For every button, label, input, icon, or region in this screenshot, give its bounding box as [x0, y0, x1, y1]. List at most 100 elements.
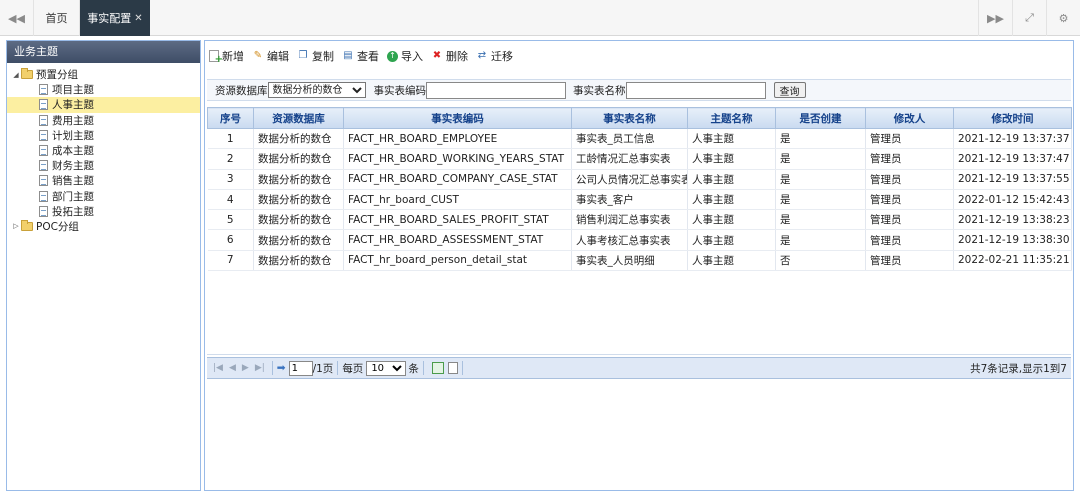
- tree-node-label: 项目主题: [52, 84, 94, 97]
- cell-index: 4: [207, 189, 254, 211]
- edit-button[interactable]: ✎ 编辑: [252, 48, 289, 64]
- tab-home-label: 首页: [45, 12, 68, 25]
- col-header-created[interactable]: 是否创建: [775, 107, 866, 129]
- close-icon[interactable]: ✕: [134, 13, 142, 24]
- new-button[interactable]: 新增: [209, 48, 244, 65]
- table-row[interactable]: 7 数据分析的数仓 FACT_hr_board_person_detail_stat…: [207, 250, 1072, 272]
- tab-fact-config-label: 事实配置: [87, 12, 132, 25]
- table-row[interactable]: 3 数据分析的数仓 FACT_HR_BOARD_COMPANY_CASE_STAT 公…: [207, 169, 1072, 190]
- expand-arrow-icon[interactable]: ◢: [11, 71, 21, 79]
- collapse-arrow-icon[interactable]: ▷: [11, 222, 21, 230]
- cell-modified-time: 2021-12-19 13:37:47: [953, 148, 1072, 170]
- document-icon: [39, 129, 48, 141]
- import-label: 导入: [401, 50, 423, 63]
- go-page-icon[interactable]: ➡: [277, 362, 286, 374]
- cell-index: 3: [207, 169, 254, 190]
- toolbar: 新增 ✎ 编辑 ❐ 复制 ▤ 查看 ↑导入 ✖ 删除 ⇄ 迁移: [209, 47, 521, 65]
- scroll-right-icon[interactable]: ▶▶: [978, 0, 1012, 36]
- fullscreen-icon[interactable]: ⤢: [1012, 0, 1046, 36]
- migrate-button[interactable]: ⇄ 迁移: [476, 48, 513, 64]
- cell-theme: 人事主题: [687, 169, 776, 190]
- name-input[interactable]: [625, 81, 766, 99]
- import-icon: ↑: [387, 50, 398, 62]
- table-row[interactable]: 2 数据分析的数仓 FACT_HR_BOARD_WORKING_YEARS_STAT…: [207, 148, 1072, 170]
- document-icon: [39, 175, 48, 187]
- tree-node-finance[interactable]: 财务主题: [7, 158, 200, 173]
- cell-modified-time: 2021-12-19 13:38:23: [953, 209, 1072, 231]
- table-row[interactable]: 1 数据分析的数仓 FACT_HR_BOARD_EMPLOYEE 事实表_员工信息 人事…: [207, 128, 1072, 150]
- next-page-icon[interactable]: ▶: [242, 363, 249, 373]
- code-input[interactable]: [426, 81, 566, 99]
- tree-node-investment[interactable]: 投拓主题: [7, 204, 200, 219]
- col-header-code[interactable]: 事实表编码: [343, 107, 572, 129]
- table-row[interactable]: 6 数据分析的数仓 FACT_HR_BOARD_ASSESSMENT_STAT 人事考…: [207, 229, 1072, 251]
- cell-name: 事实表_员工信息: [571, 128, 688, 150]
- table-row[interactable]: 4 数据分析的数仓 FACT_hr_board_CUST 事实表_客户 人事主题是管理员…: [207, 189, 1072, 211]
- cell-modifier: 管理员: [865, 148, 954, 170]
- table-row[interactable]: 5 数据分析的数仓 FACT_HR_BOARD_SALES_PROFIT_STAT 销…: [207, 209, 1072, 231]
- tree-node-plan[interactable]: 计划主题: [7, 128, 200, 143]
- cell-created: 是: [775, 229, 866, 251]
- export-excel-icon[interactable]: [431, 362, 444, 374]
- last-page-icon[interactable]: ▶|: [255, 363, 265, 373]
- cell-index: 1: [207, 128, 254, 150]
- col-header-modifier[interactable]: 修改人: [865, 107, 954, 129]
- col-header-index[interactable]: 序号: [207, 107, 254, 129]
- cell-modifier: 管理员: [865, 229, 954, 251]
- query-button[interactable]: 查询: [773, 82, 806, 98]
- document-icon: [39, 205, 48, 217]
- cell-db: 数据分析的数仓: [253, 209, 344, 231]
- copy-button[interactable]: ❐ 复制: [297, 48, 334, 64]
- tree-node-sales[interactable]: 销售主题: [7, 173, 200, 188]
- cell-theme: 人事主题: [687, 209, 776, 231]
- cell-code: FACT_hr_board_person_detail_stat: [343, 250, 572, 272]
- col-header-name[interactable]: 事实表名称: [571, 107, 688, 129]
- tree-node-cost[interactable]: 成本主题: [7, 143, 200, 158]
- cell-db: 数据分析的数仓: [253, 229, 344, 251]
- migrate-label: 迁移: [491, 50, 513, 63]
- tree-node-preset-group[interactable]: ◢ 预置分组: [7, 67, 200, 82]
- tree-node-project[interactable]: 项目主题: [7, 82, 200, 97]
- cell-db: 数据分析的数仓: [253, 128, 344, 150]
- delete-button[interactable]: ✖ 删除: [431, 48, 468, 64]
- cell-modifier: 管理员: [865, 128, 954, 150]
- col-header-modified-time[interactable]: 修改时间: [953, 107, 1072, 129]
- cell-db: 数据分析的数仓: [253, 250, 344, 272]
- tree-node-label: 成本主题: [52, 145, 94, 158]
- scroll-left-icon[interactable]: ◀◀: [0, 0, 34, 36]
- name-label: 事实表名称: [573, 84, 626, 97]
- view-button[interactable]: ▤ 查看: [342, 48, 379, 64]
- tree-node-hr[interactable]: 人事主题: [7, 97, 200, 113]
- add-icon: [209, 50, 223, 65]
- db-select[interactable]: 数据分析的数仓: [267, 82, 366, 98]
- cell-theme: 人事主题: [687, 229, 776, 251]
- delete-icon: ✖: [432, 50, 442, 61]
- tree-node-poc-group[interactable]: ▷ POC分组: [7, 219, 200, 234]
- per-page-select[interactable]: 10: [366, 360, 407, 376]
- page-input[interactable]: [288, 360, 313, 376]
- tree-node-label: 人事主题: [52, 99, 94, 112]
- prev-page-icon[interactable]: ◀: [229, 363, 236, 373]
- cell-created: 是: [775, 148, 866, 170]
- pager-divider: [337, 361, 339, 375]
- tree-node-department[interactable]: 部门主题: [7, 189, 200, 204]
- first-page-icon[interactable]: |◀: [213, 363, 223, 373]
- tab-home[interactable]: 首页: [34, 0, 80, 36]
- col-header-theme[interactable]: 主题名称: [687, 107, 776, 129]
- tree-node-label: 销售主题: [52, 175, 94, 188]
- view-icon: ▤: [343, 50, 353, 61]
- cell-modified-time: 2021-12-19 13:37:55: [953, 169, 1072, 190]
- gear-icon[interactable]: ⚙: [1046, 0, 1080, 36]
- delete-label: 删除: [446, 50, 468, 63]
- document-icon: [39, 99, 48, 111]
- pencil-icon: ✎: [253, 50, 263, 61]
- cell-name: 事实表_客户: [571, 189, 688, 211]
- cell-db: 数据分析的数仓: [253, 169, 344, 190]
- tab-fact-config[interactable]: 事实配置 ✕: [80, 0, 150, 36]
- document-icon: [39, 190, 48, 202]
- col-header-db[interactable]: 资源数据库: [253, 107, 344, 129]
- tree-node-expense[interactable]: 费用主题: [7, 113, 200, 128]
- cell-index: 6: [207, 229, 254, 251]
- export-page-icon[interactable]: [447, 362, 458, 374]
- import-button[interactable]: ↑ 导入: [387, 48, 423, 64]
